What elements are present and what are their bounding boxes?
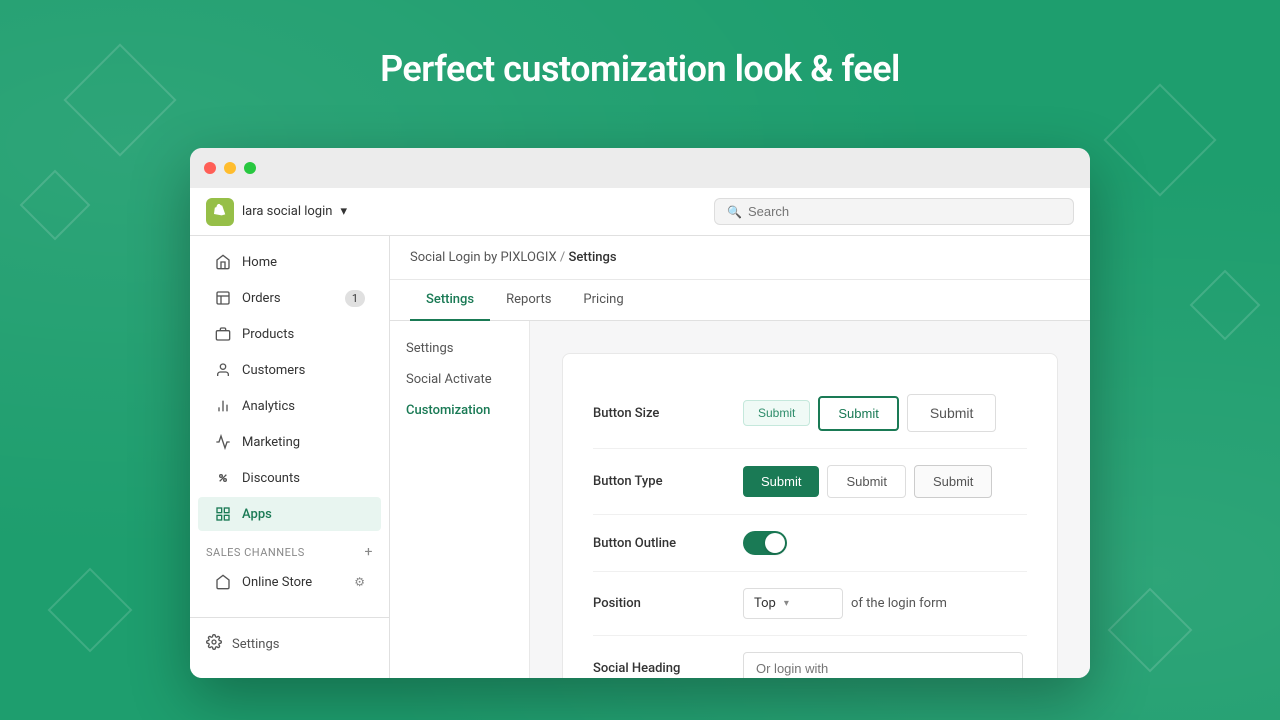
tab-pricing[interactable]: Pricing <box>567 280 639 321</box>
analytics-icon <box>214 397 232 415</box>
plugin-subnav: Settings Social Activate Customization <box>390 321 530 678</box>
marketing-icon <box>214 433 232 451</box>
button-type-ghost[interactable]: Submit <box>914 465 992 498</box>
tab-settings[interactable]: Settings <box>410 280 490 321</box>
position-dropdown[interactable]: Top ▾ <box>743 588 843 619</box>
button-size-small[interactable]: Submit <box>743 400 810 426</box>
tabs-bar: Settings Reports Pricing <box>390 280 1090 321</box>
search-input[interactable] <box>748 204 1061 219</box>
search-bar[interactable]: 🔍 <box>714 198 1074 225</box>
breadcrumb-current: Settings <box>568 250 616 265</box>
button-type-row: Button Type Submit Submit Submit <box>593 449 1027 515</box>
subnav-settings[interactable]: Settings <box>390 333 529 364</box>
sidebar-item-marketing[interactable]: Marketing <box>198 425 381 459</box>
social-heading-input[interactable] <box>743 652 1023 678</box>
sidebar-item-settings[interactable]: Settings <box>190 626 389 662</box>
position-controls: Top ▾ of the login form <box>743 588 947 619</box>
breadcrumb-parent[interactable]: Social Login by PIXLOGIX <box>410 250 557 265</box>
main-layout: Home Orders 1 Products Customers <box>190 236 1090 678</box>
shopify-icon <box>206 198 234 226</box>
search-icon: 🔍 <box>727 205 742 219</box>
tab-reports[interactable]: Reports <box>490 280 567 321</box>
customers-icon <box>214 361 232 379</box>
sidebar-item-analytics-label: Analytics <box>242 399 295 414</box>
orders-badge: 1 <box>345 290 365 307</box>
sidebar-item-orders[interactable]: Orders 1 <box>198 281 381 315</box>
breadcrumb: Social Login by PIXLOGIX / Settings <box>390 236 1090 280</box>
social-heading-row: Social Heading <box>593 636 1027 678</box>
position-row: Position Top ▾ of the login form <box>593 572 1027 636</box>
products-icon <box>214 325 232 343</box>
button-type-outline[interactable]: Submit <box>827 465 905 498</box>
button-size-controls: Submit Submit Submit <box>743 394 996 432</box>
sidebar-item-apps-label: Apps <box>242 507 272 522</box>
minimize-button[interactable] <box>224 162 236 174</box>
button-type-label: Button Type <box>593 474 723 489</box>
social-heading-label: Social Heading <box>593 661 723 676</box>
online-store-label: Online Store <box>242 575 312 590</box>
home-icon <box>214 253 232 271</box>
traffic-lights <box>204 162 256 174</box>
sidebar-item-online-store[interactable]: Online Store ⚙ <box>198 565 381 599</box>
app-window: lara social login ▾ 🔍 Home Orders 1 <box>190 148 1090 678</box>
store-name-text: lara social login <box>242 204 332 219</box>
sidebar-item-customers[interactable]: Customers <box>198 353 381 387</box>
sales-channels-label: SALES CHANNELS <box>206 546 305 559</box>
position-label: Position <box>593 596 723 611</box>
button-size-label: Button Size <box>593 406 723 421</box>
button-size-medium[interactable]: Submit <box>818 396 898 431</box>
sidebar-item-analytics[interactable]: Analytics <box>198 389 381 423</box>
sidebar-item-home[interactable]: Home <box>198 245 381 279</box>
apps-icon <box>214 505 232 523</box>
topbar: lara social login ▾ 🔍 <box>190 188 1090 236</box>
online-store-icon <box>214 573 232 591</box>
sidebar-item-products[interactable]: Products <box>198 317 381 351</box>
subnav-social-activate[interactable]: Social Activate <box>390 364 529 395</box>
settings-panel: Button Size Submit Submit Submit Button … <box>562 353 1058 678</box>
page-title: Perfect customization look & feel <box>0 48 1280 90</box>
button-outline-toggle[interactable] <box>743 531 787 555</box>
subnav-customization[interactable]: Customization <box>390 395 529 426</box>
close-button[interactable] <box>204 162 216 174</box>
sales-channels-section: SALES CHANNELS + <box>190 532 389 564</box>
sidebar-item-customers-label: Customers <box>242 363 305 378</box>
settings-icon <box>206 634 222 654</box>
sidebar: Home Orders 1 Products Customers <box>190 236 390 678</box>
plugin-area: Settings Social Activate Customization B… <box>390 321 1090 678</box>
position-value: Top <box>754 596 776 611</box>
button-size-large[interactable]: Submit <box>907 394 997 432</box>
position-suffix: of the login form <box>851 596 947 611</box>
button-size-row: Button Size Submit Submit Submit <box>593 378 1027 449</box>
button-outline-row: Button Outline <box>593 515 1027 572</box>
sidebar-item-orders-label: Orders <box>242 291 281 306</box>
settings-label: Settings <box>232 637 279 652</box>
sidebar-item-discounts[interactable]: Discounts <box>198 461 381 495</box>
store-selector[interactable]: lara social login ▾ <box>206 198 347 226</box>
social-heading-controls <box>743 652 1023 678</box>
titlebar <box>190 148 1090 188</box>
button-type-controls: Submit Submit Submit <box>743 465 992 498</box>
settings-gear-icon[interactable]: ⚙ <box>354 575 365 589</box>
button-type-filled[interactable]: Submit <box>743 466 819 497</box>
content-area: Social Login by PIXLOGIX / Settings Sett… <box>390 236 1090 678</box>
sidebar-item-apps[interactable]: Apps <box>198 497 381 531</box>
sidebar-item-marketing-label: Marketing <box>242 435 300 450</box>
sidebar-item-products-label: Products <box>242 327 294 342</box>
dropdown-arrow-icon: ▾ <box>784 598 789 609</box>
toggle-knob <box>765 533 785 553</box>
add-channel-icon[interactable]: + <box>365 544 373 560</box>
plugin-layout: Settings Social Activate Customization B… <box>390 321 1090 678</box>
sidebar-item-discounts-label: Discounts <box>242 471 300 486</box>
dropdown-arrow: ▾ <box>340 204 347 219</box>
sidebar-item-home-label: Home <box>242 255 277 270</box>
button-outline-controls <box>743 531 787 555</box>
orders-icon <box>214 289 232 307</box>
discounts-icon <box>214 469 232 487</box>
sidebar-bottom: Settings <box>190 617 389 670</box>
maximize-button[interactable] <box>244 162 256 174</box>
button-outline-label: Button Outline <box>593 536 723 551</box>
